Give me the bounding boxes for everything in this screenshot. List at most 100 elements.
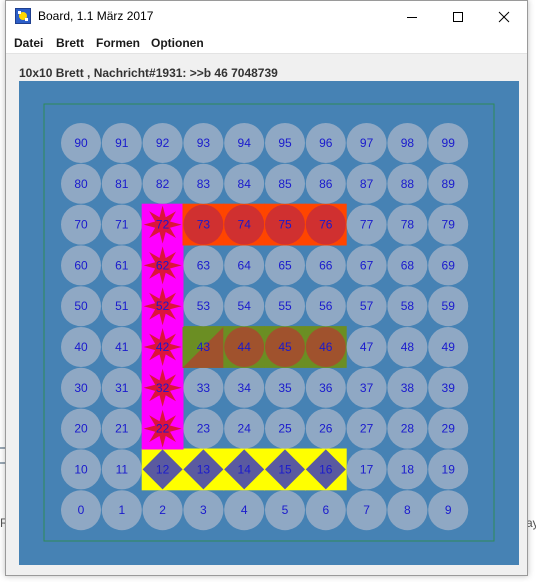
cell-number: 11 (116, 462, 129, 476)
menu-optionen[interactable]: Optionen (151, 36, 204, 50)
cell-number: 99 (442, 136, 456, 150)
cell-number: 27 (360, 422, 374, 436)
cell-number: 13 (197, 462, 211, 476)
close-icon (498, 11, 510, 23)
cell-number: 96 (319, 136, 333, 150)
cell-number: 43 (197, 340, 211, 354)
maximize-icon (453, 12, 463, 22)
cell-number: 32 (156, 381, 170, 395)
cell-number: 24 (238, 422, 252, 436)
cell-number: 7 (363, 503, 370, 517)
cell-number: 95 (278, 136, 292, 150)
cell-number: 87 (360, 177, 374, 191)
cell-number: 60 (74, 258, 88, 272)
cell-number: 17 (360, 462, 374, 476)
cell-number: 61 (115, 258, 129, 272)
menu-brett[interactable]: Brett (56, 36, 84, 50)
cell-number: 76 (319, 218, 333, 232)
cell-number: 20 (74, 422, 88, 436)
cell-number: 83 (197, 177, 211, 191)
cell-number: 56 (319, 299, 333, 313)
cell-number: 57 (360, 299, 374, 313)
cell-number: 72 (156, 218, 170, 232)
cell-number: 38 (401, 381, 415, 395)
cell-number: 75 (278, 218, 292, 232)
cell-number: 49 (442, 340, 456, 354)
cell-number: 82 (156, 177, 170, 191)
cell-number: 59 (442, 299, 456, 313)
menu-formen[interactable]: Formen (96, 36, 140, 50)
cell-number: 16 (319, 462, 333, 476)
cell-number: 6 (322, 503, 329, 517)
cell-number: 28 (401, 422, 415, 436)
cell-number: 23 (197, 422, 211, 436)
cell-number: 19 (442, 462, 456, 476)
cell-number: 44 (238, 340, 252, 354)
cell-number: 4 (241, 503, 248, 517)
status-message: 10x10 Brett , Nachricht#1931: >>b 46 704… (19, 66, 278, 80)
cell-number: 92 (156, 136, 170, 150)
cell-number: 3 (200, 503, 207, 517)
cell-number: 55 (278, 299, 292, 313)
cell-number: 67 (360, 258, 374, 272)
title-bar[interactable]: Board, 1.1 März 2017 (6, 1, 527, 33)
board-canvas[interactable]: 0 1 2 3 4 5 6 7 8 910 11 12 13 14 15 16 17 18 1920 21 22 23 24… (19, 81, 519, 565)
menu-datei[interactable]: Datei (14, 36, 43, 50)
cell-number: 78 (401, 218, 415, 232)
cell-number: 74 (238, 218, 252, 232)
cell-number: 14 (238, 462, 252, 476)
cell-number: 64 (238, 258, 252, 272)
cell-number: 50 (74, 299, 88, 313)
cell-number: 63 (197, 258, 211, 272)
cell-number: 0 (78, 503, 85, 517)
cell-number: 88 (401, 177, 415, 191)
cell-number: 37 (360, 381, 374, 395)
cell-number: 90 (74, 136, 88, 150)
cell-number: 15 (278, 462, 292, 476)
cell-number: 81 (115, 177, 129, 191)
cell-number: 54 (238, 299, 252, 313)
cell-number: 18 (401, 462, 415, 476)
cell-number: 69 (442, 258, 456, 272)
cell-number: 8 (404, 503, 411, 517)
cell-number: 84 (238, 177, 252, 191)
cell-number: 22 (156, 422, 170, 436)
cell-number: 40 (74, 340, 88, 354)
game-board[interactable]: 0 1 2 3 4 5 6 7 8 9 10 11 12 13 14 15 16 17 18 19 20 21 22 23 24… (19, 81, 519, 565)
menu-bar: Datei Brett Formen Optionen (6, 33, 527, 54)
cell-number: 45 (278, 340, 292, 354)
cell-number: 33 (197, 381, 211, 395)
cell-number: 77 (360, 218, 374, 232)
cell-number: 65 (278, 258, 292, 272)
cell-number: 51 (115, 299, 129, 313)
cell-number: 52 (156, 299, 170, 313)
cell-number: 86 (319, 177, 333, 191)
minimize-button[interactable] (389, 1, 435, 33)
cell-number: 39 (442, 381, 456, 395)
cell-number: 34 (238, 381, 252, 395)
cell-number: 1 (118, 503, 125, 517)
close-button[interactable] (481, 1, 527, 33)
cell-number: 21 (115, 422, 129, 436)
cell-number: 53 (197, 299, 211, 313)
cell-number: 62 (156, 258, 170, 272)
cell-number: 35 (278, 381, 292, 395)
cell-number: 94 (238, 136, 252, 150)
cell-number: 48 (401, 340, 415, 354)
cell-number: 5 (282, 503, 289, 517)
cell-number: 30 (74, 381, 88, 395)
cell-number: 97 (360, 136, 374, 150)
app-window: Board, 1.1 März 2017 Datei Brett Formen … (5, 0, 528, 576)
cell-number: 26 (319, 422, 333, 436)
cell-number: 10 (74, 462, 88, 476)
cell-number: 66 (319, 258, 333, 272)
cell-number: 9 (445, 503, 452, 517)
cell-number: 70 (74, 218, 88, 232)
cell-number: 58 (401, 299, 415, 313)
cell-number: 46 (319, 340, 333, 354)
cell-number: 93 (197, 136, 211, 150)
maximize-button[interactable] (435, 1, 481, 33)
cell-number: 36 (319, 381, 333, 395)
app-icon (15, 8, 31, 24)
cell-number: 12 (156, 462, 170, 476)
